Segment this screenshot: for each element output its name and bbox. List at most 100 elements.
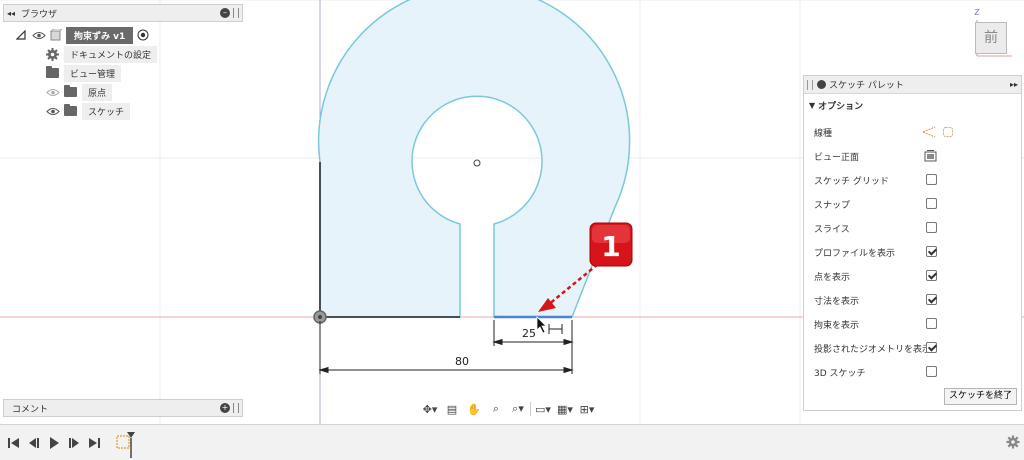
browser-item-document-settings[interactable]: ドキュメントの設定 — [31, 45, 158, 63]
timeline-settings-gear-icon[interactable] — [1006, 435, 1020, 449]
browser-item-sketches[interactable]: スケッチ — [31, 102, 131, 120]
option-label: スケッチ グリッド — [814, 176, 889, 187]
expand-arrows-icon[interactable]: ▸▸ — [1010, 80, 1018, 89]
option-sketch-grid: スケッチ グリッド — [814, 172, 1014, 188]
timeline-sketch-feature-icon[interactable] — [114, 430, 136, 458]
show-projected-checkbox[interactable] — [926, 342, 937, 353]
step-back-icon[interactable] — [26, 436, 42, 450]
grip-icon[interactable] — [807, 79, 813, 90]
minimize-icon[interactable]: – — [220, 8, 230, 18]
axis-z-label: Z — [974, 8, 980, 17]
show-profile-checkbox[interactable] — [926, 246, 937, 257]
centerline-icon[interactable] — [942, 126, 954, 138]
expand-open-icon[interactable] — [16, 30, 26, 40]
zoom-window-icon[interactable]: ⌕▾ — [508, 401, 528, 417]
collapse-triangle-icon[interactable]: ▼ — [809, 101, 815, 110]
options-section-header[interactable]: ▼ オプション — [804, 94, 1021, 116]
show-points-checkbox[interactable] — [926, 270, 937, 281]
browser-item-label: 原点 — [82, 83, 113, 101]
option-label: 投影されたジオメトリを表示 — [814, 344, 932, 355]
folder-icon — [64, 85, 77, 97]
grid-settings-icon[interactable]: ▦▾ — [555, 401, 575, 417]
navigation-toolbar: ✥▾ ▤ ✋ ⌕ ⌕▾ ▭▾ ▦▾ ⊞▾ — [420, 400, 610, 418]
option-show-projected: 投影されたジオメトリを表示 — [814, 340, 1014, 356]
comments-header[interactable]: コメント + — [3, 399, 243, 417]
viewports-icon[interactable]: ⊞▾ — [577, 401, 597, 417]
expand-icon[interactable] — [31, 105, 39, 117]
dimension-25-text: 25 — [522, 327, 536, 340]
callout-number: 1 — [601, 230, 620, 263]
option-show-dimensions: 寸法を表示 — [814, 292, 1014, 308]
option-label: 線種 — [814, 128, 833, 139]
option-label: 3D スケッチ — [814, 368, 866, 379]
option-label: 点を表示 — [814, 272, 851, 283]
eye-hidden-icon[interactable] — [46, 88, 60, 97]
browser-item-label: スケッチ — [82, 102, 131, 120]
option-label: 拘束を表示 — [814, 320, 860, 331]
pan-icon[interactable]: ✋ — [464, 401, 484, 417]
go-to-end-icon[interactable] — [86, 436, 102, 450]
play-icon[interactable] — [46, 436, 62, 450]
3d-sketch-checkbox[interactable] — [926, 366, 937, 377]
timeline — [0, 424, 1024, 460]
browser-item-label: ビュー管理 — [64, 64, 122, 82]
minimize-icon[interactable] — [817, 80, 826, 89]
options-section-title: オプション — [818, 101, 864, 112]
sketch-palette: スケッチ パレット ▸▸ ▼ オプション 線種 ビュー正面 スケッチ グリッド … — [803, 75, 1022, 411]
center-point[interactable] — [473, 159, 481, 167]
component-icon — [50, 29, 62, 41]
grip-icon[interactable] — [233, 403, 239, 413]
snap-checkbox[interactable] — [926, 198, 937, 209]
gear-icon — [46, 47, 59, 61]
sketch-grid-checkbox[interactable] — [926, 174, 937, 185]
slice-checkbox[interactable] — [926, 222, 937, 233]
zoom-icon[interactable]: ⌕ — [486, 401, 506, 417]
palette-title: スケッチ パレット — [829, 81, 904, 91]
collapse-icon[interactable]: ◂◂ — [4, 9, 18, 18]
activate-icon[interactable] — [137, 29, 149, 41]
expand-icon[interactable] — [31, 86, 39, 98]
browser-item-view-manager[interactable]: ビュー管理 — [31, 64, 122, 82]
construction-line-icon[interactable] — [922, 126, 936, 138]
comments-title: コメント — [12, 404, 49, 415]
palette-header[interactable]: スケッチ パレット ▸▸ — [804, 76, 1021, 94]
go-to-start-icon[interactable] — [6, 436, 22, 450]
option-snap: スナップ — [814, 196, 1014, 212]
display-settings-icon[interactable]: ▭▾ — [533, 401, 553, 417]
option-slice: スライス — [814, 220, 1014, 236]
option-label: プロファイルを表示 — [814, 248, 896, 259]
option-label: 寸法を表示 — [814, 296, 860, 307]
option-show-constraints: 拘束を表示 — [814, 316, 1014, 332]
browser-title: ブラウザ — [21, 9, 58, 20]
browser-item-label: ドキュメントの設定 — [64, 45, 158, 63]
expand-icon[interactable] — [31, 67, 39, 79]
option-label: スライス — [814, 224, 850, 235]
look-at-icon[interactable]: ▤ — [442, 401, 462, 417]
grip-icon[interactable] — [233, 8, 239, 18]
dimension-80-text: 80 — [455, 355, 469, 368]
view-cube-face[interactable]: 前 — [984, 30, 998, 46]
orbit-icon[interactable]: ✥▾ — [420, 401, 440, 417]
option-show-points: 点を表示 — [814, 268, 1014, 284]
option-show-profile: プロファイルを表示 — [814, 244, 1014, 260]
option-look-at: ビュー正面 — [814, 148, 1014, 164]
browser-root[interactable]: 拘束ずみ v1 — [16, 26, 149, 44]
add-comment-icon[interactable]: + — [220, 403, 230, 413]
browser-header[interactable]: ◂◂ ブラウザ – — [3, 4, 243, 22]
toolbar-divider — [530, 402, 531, 416]
finish-sketch-button[interactable]: スケッチを終了 — [943, 388, 1017, 405]
eye-icon[interactable] — [32, 31, 46, 40]
view-cube[interactable]: 前 — [975, 22, 1007, 54]
root-label[interactable]: 拘束ずみ v1 — [66, 26, 134, 44]
look-at-icon[interactable] — [924, 150, 937, 162]
step-forward-icon[interactable] — [66, 436, 82, 450]
eye-icon[interactable] — [46, 107, 60, 116]
browser-item-origin[interactable]: 原点 — [31, 83, 113, 101]
show-constraints-checkbox[interactable] — [926, 318, 937, 329]
expand-icon[interactable] — [31, 48, 39, 60]
folder-icon — [64, 104, 77, 116]
show-dimensions-checkbox[interactable] — [926, 294, 937, 305]
option-label: ビュー正面 — [814, 152, 860, 163]
option-linetype: 線種 — [814, 124, 1014, 140]
option-3d-sketch: 3D スケッチ — [814, 364, 1014, 380]
